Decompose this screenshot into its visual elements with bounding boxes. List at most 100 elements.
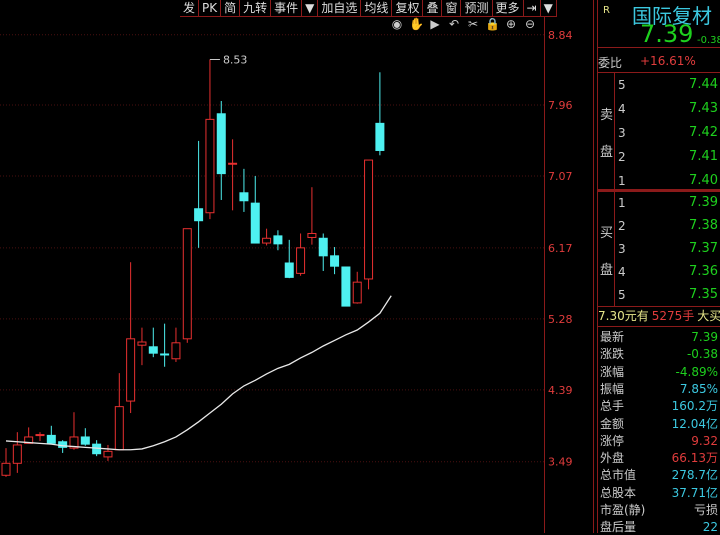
zoom-out-icon[interactable]: ⊖ [523, 17, 537, 31]
axis-divider [544, 17, 545, 533]
play-circle-icon[interactable]: ▶ [428, 17, 442, 31]
stat-row: 涨跌 -0.38 [598, 346, 720, 362]
candle-body [239, 192, 249, 202]
candle[interactable] [80, 428, 90, 446]
level: 1 [618, 174, 626, 188]
level-price: 7.42 [689, 125, 718, 140]
candle[interactable] [307, 187, 317, 245]
candle[interactable] [46, 425, 56, 445]
candle[interactable] [273, 230, 283, 251]
toolbar-item[interactable]: 事件 [271, 0, 303, 16]
candle-body [46, 434, 56, 444]
toolbar: 发 PK 简九转 事件 ▼ 加自选 均线 复权叠窗预测 更多 ⇥ ▼ [180, 0, 557, 17]
toolbar-item[interactable]: ▼ [302, 0, 319, 16]
candle[interactable] [364, 159, 374, 290]
candle[interactable] [24, 427, 34, 444]
zoom-in-icon[interactable]: ⊕ [504, 17, 518, 31]
stat-value: 12.04亿 [671, 416, 718, 431]
candle[interactable] [228, 139, 238, 211]
y-tick-label: 7.96 [548, 99, 573, 112]
toolbar-item[interactable]: 复权 [392, 0, 424, 16]
candle-body [228, 162, 238, 165]
candle-body [296, 247, 306, 274]
toolbar-item[interactable]: PK [199, 0, 222, 16]
toolbar-item[interactable]: 九转 [240, 0, 272, 16]
candle[interactable] [126, 262, 136, 414]
candle-body [205, 118, 215, 214]
candle[interactable] [262, 228, 272, 246]
candle[interactable] [1, 448, 11, 477]
candle[interactable] [250, 176, 260, 244]
candle[interactable] [239, 168, 249, 212]
toolbar-item[interactable]: ⇥ [524, 0, 541, 16]
toolbar-item[interactable]: 均线 [361, 0, 393, 16]
toolbar-item[interactable]: 加自选 [318, 0, 362, 16]
toolbar-item[interactable]: 预测 [461, 0, 493, 16]
level-price: 7.44 [689, 77, 718, 92]
level: 2 [618, 219, 626, 233]
candle-body [160, 353, 170, 356]
candle[interactable] [296, 233, 306, 276]
stat-label: 涨停 [600, 433, 625, 448]
candle[interactable] [182, 228, 192, 343]
candle[interactable] [171, 327, 181, 362]
stat-label: 金额 [600, 416, 625, 431]
divider [597, 326, 720, 327]
ticker-type: 大买 [697, 309, 720, 323]
undo-icon[interactable]: ↶ [447, 17, 461, 31]
stat-value: 278.7亿 [671, 468, 718, 483]
toolbar-item[interactable]: 更多 [493, 0, 524, 16]
sell-label: 盘 [600, 145, 614, 160]
candle[interactable] [160, 323, 170, 367]
candle[interactable] [205, 59, 215, 220]
level-price: 7.39 [689, 195, 718, 210]
stat-value: 37.71亿 [671, 485, 718, 500]
buy-level: 3 7.37 [616, 241, 720, 257]
stat-label: 振幅 [600, 381, 625, 396]
toolbar-item[interactable]: 简 [221, 0, 241, 16]
scissors-icon[interactable]: ✂ [466, 17, 480, 31]
candle[interactable] [352, 271, 362, 304]
y-tick-label: 3.49 [548, 456, 573, 469]
stat-value: 66.13万 [671, 451, 718, 466]
stat-value: 亏损 [693, 503, 718, 517]
candle-body [216, 113, 226, 175]
candle[interactable] [35, 432, 45, 441]
candlestick-chart[interactable]: 8.84 7.96 7.07 6.17 5.28 4.39 3.49 8.53 [0, 0, 596, 533]
candle-body [1, 462, 11, 476]
toolbar-item[interactable]: 发 [180, 0, 200, 16]
candle[interactable] [148, 327, 158, 358]
chart-tools: ◉ ✋ ▶ ↶ ✂ 🔒 ⊕ ⊖ [390, 17, 537, 31]
candle[interactable] [284, 239, 294, 279]
buy-level: 4 7.36 [616, 264, 720, 280]
candle[interactable] [114, 373, 124, 451]
candle[interactable] [375, 72, 385, 156]
stat-label: 涨幅 [600, 364, 625, 379]
toolbar-item[interactable]: 窗 [442, 0, 462, 16]
toolbar-item[interactable]: 叠 [423, 0, 443, 16]
candle-body [284, 262, 294, 278]
candle[interactable] [12, 432, 22, 473]
candle[interactable] [318, 233, 328, 271]
flag-badge: R [603, 5, 610, 16]
toolbar-item[interactable]: ▼ [541, 0, 557, 16]
candle[interactable] [330, 247, 340, 275]
candle[interactable] [194, 140, 204, 248]
stat-row: 总手 160.2万 [598, 398, 720, 414]
candle[interactable] [103, 444, 113, 461]
candle[interactable] [341, 266, 351, 307]
hand-icon[interactable]: ✋ [409, 17, 424, 31]
candle-body [273, 235, 283, 245]
candle[interactable] [69, 412, 79, 450]
stat-label: 最新 [600, 330, 625, 344]
eye-icon[interactable]: ◉ [390, 17, 404, 31]
stat-label: 总手 [600, 399, 625, 414]
lock-icon[interactable]: 🔒 [485, 17, 500, 31]
candle-body [307, 232, 317, 238]
candle[interactable] [137, 327, 147, 366]
candle[interactable] [216, 101, 226, 200]
price-change: -0.38 [697, 35, 720, 46]
level-price: 7.38 [689, 218, 718, 233]
candle-body [182, 228, 192, 340]
ticker-price: 7.30元有 [598, 309, 649, 323]
